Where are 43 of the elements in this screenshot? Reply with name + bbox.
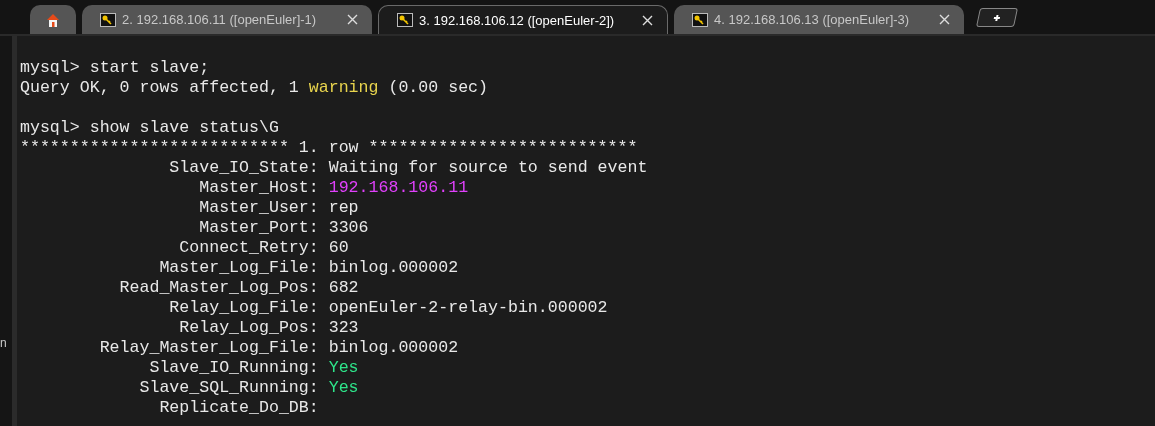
field-name: Master_User: — [198, 198, 319, 218]
plus-icon — [992, 13, 1002, 21]
field-name: Master_Port: — [198, 218, 319, 238]
sidebar-text: n — [0, 336, 7, 350]
field-name: Slave_IO_Running: — [148, 358, 319, 378]
field-value: Yes — [328, 378, 359, 398]
field-value: Yes — [328, 358, 359, 378]
field-value: Waiting for source to send event — [328, 158, 648, 178]
field-name: Connect_Retry: — [178, 238, 319, 258]
field-value: 323 — [328, 318, 359, 338]
close-icon[interactable] — [347, 14, 358, 25]
field-value: 682 — [328, 278, 359, 298]
close-icon[interactable] — [642, 14, 653, 26]
terminal-line: Query OK, 0 rows affected, 1 warning (0.00 sec) — [20, 78, 489, 98]
terminal-line: *************************** 1. row *************************** — [20, 138, 638, 158]
field-name: Relay_Log_Pos: — [178, 318, 319, 338]
key-icon — [397, 13, 413, 27]
field-name: Master_Log_File: — [158, 258, 319, 278]
field-value: rep — [328, 198, 359, 218]
home-tab[interactable] — [30, 5, 76, 34]
field-name: Master_Host: — [198, 178, 319, 198]
field-value: 60 — [328, 238, 349, 258]
new-tab-button[interactable] — [976, 7, 1018, 27]
key-icon — [692, 12, 708, 27]
field-name: Replicate_Do_DB: — [158, 398, 319, 418]
field-value: 3306 — [328, 218, 369, 238]
field-value: 192.168.106.11 — [328, 178, 469, 198]
house-icon — [45, 11, 61, 28]
field-name: Read_Master_Log_Pos: — [118, 278, 319, 298]
terminal-line: mysql> show slave status\G — [20, 118, 279, 138]
field-value: openEuler-2-relay-bin.000002 — [328, 298, 608, 318]
tab[interactable]: 3. 192.168.106.12 ([openEuler-2]) — [378, 5, 668, 34]
field-value: binlog.000002 — [328, 338, 459, 358]
key-icon — [100, 12, 116, 27]
terminal-line: mysql> start slave; — [20, 58, 210, 78]
field-value: binlog.000002 — [328, 258, 459, 278]
close-icon[interactable] — [939, 14, 950, 25]
tab[interactable]: 4. 192.168.106.13 ([openEuler]-3) — [674, 5, 964, 34]
field-name: Slave_IO_State: — [168, 158, 319, 178]
field-name: Slave_SQL_Running: — [138, 378, 319, 398]
tab[interactable]: 2. 192.168.106.11 ([openEuler]-1) — [82, 5, 372, 34]
field-name: Relay_Log_File: — [168, 298, 319, 318]
field-name: Relay_Master_Log_File: — [98, 338, 319, 358]
